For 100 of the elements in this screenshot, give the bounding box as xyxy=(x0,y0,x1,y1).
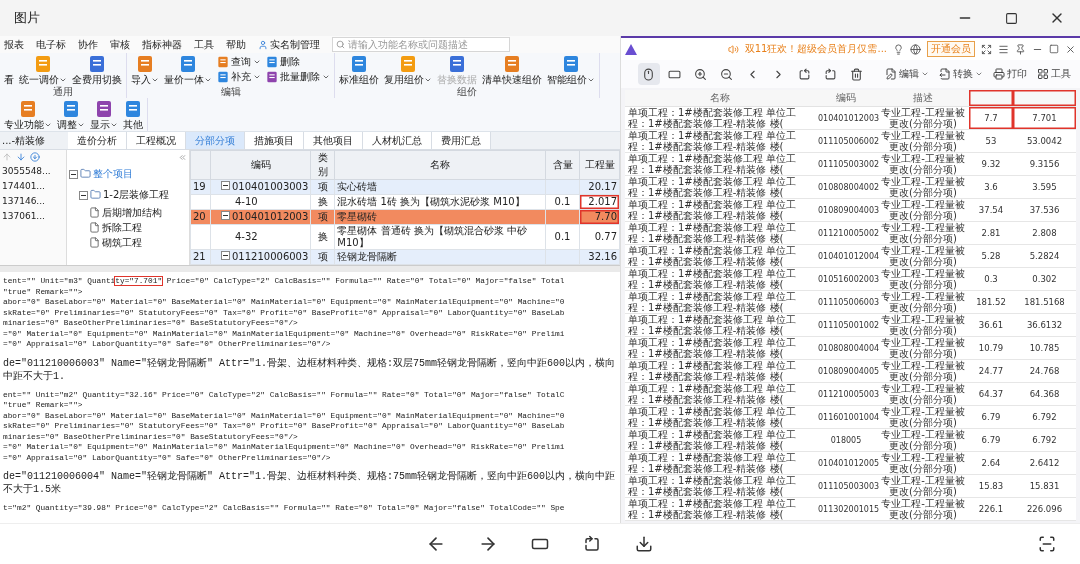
ribbon-button[interactable]: 复用组价 xyxy=(384,55,432,86)
folder-icon xyxy=(80,168,91,179)
tab[interactable]: 其他项目 xyxy=(304,132,363,149)
table-cell: 轻钢龙骨隔断 xyxy=(334,249,546,265)
ribbon-button[interactable]: 补充 xyxy=(217,71,261,83)
table-cell: 2.017 xyxy=(579,194,620,210)
menu-item[interactable]: 审核 xyxy=(110,37,130,52)
window-title: 图片 xyxy=(13,9,41,27)
toolbar-button[interactable]: 编辑 xyxy=(882,67,932,81)
tree-item[interactable]: 拆除工程 xyxy=(102,221,142,234)
table-cell: 2.81 xyxy=(969,221,1013,245)
menu-item[interactable]: 工具 xyxy=(194,37,214,52)
tree-item[interactable]: 砌筑工程 xyxy=(102,236,142,249)
toolbar-button[interactable]: 转换 xyxy=(936,67,986,81)
table-cell: 010401012003 xyxy=(210,209,311,225)
table-cell: 实心砖墙 xyxy=(334,179,546,195)
document-icon xyxy=(217,56,229,68)
table-cell: 011210005003 xyxy=(815,382,877,406)
tab[interactable]: 人材机汇总 xyxy=(363,132,432,149)
document-icon xyxy=(95,100,113,118)
menu-item[interactable]: 指标神器 xyxy=(142,37,182,52)
column-header: 名称 xyxy=(334,150,546,180)
table-cell: 9.3156 xyxy=(1013,152,1076,176)
logo-icon xyxy=(625,43,637,55)
tab[interactable]: 工程概况 xyxy=(127,132,186,149)
column-header: 含量 xyxy=(545,150,580,180)
collapse-icon[interactable] xyxy=(79,191,88,200)
fullscreen-icon[interactable] xyxy=(981,43,992,55)
arrow-down-icon[interactable] xyxy=(16,152,26,162)
ribbon-button[interactable]: 显示 xyxy=(90,100,118,131)
table-cell: 6.79 xyxy=(969,428,1013,452)
table-cell: 53 xyxy=(969,129,1013,153)
collapse-icon[interactable] xyxy=(221,251,230,260)
menu-item[interactable]: 协作 xyxy=(78,37,98,52)
column-header: 编码 xyxy=(815,90,877,107)
collapse-icon[interactable] xyxy=(221,211,230,220)
ribbon-button[interactable]: 量价一体 xyxy=(164,55,212,86)
collapse-icon[interactable] xyxy=(221,181,230,190)
column-header: 名称 xyxy=(625,90,815,107)
table-cell: 010516002003 xyxy=(815,267,877,291)
ribbon-button[interactable]: 调整 xyxy=(57,100,85,131)
collapse-icon[interactable] xyxy=(69,170,78,179)
table-cell: 37.536 xyxy=(1013,198,1076,222)
table-cell: 单项工程：1#楼配套装修工程 单位工程：1#楼配套装修工程-精装修 楼( xyxy=(625,474,815,498)
table-cell: 专业工程-工程量被更改(分部分项) xyxy=(877,152,969,176)
document-icon xyxy=(266,56,278,68)
globe-icon[interactable] xyxy=(910,43,921,55)
ribbon-button[interactable]: 导入 xyxy=(131,55,159,86)
pin-icon[interactable] xyxy=(1015,43,1026,55)
tree-item[interactable]: 后期增加结构 xyxy=(102,206,162,219)
table-cell: 换 xyxy=(310,224,335,250)
tab[interactable]: 措施项目 xyxy=(245,132,304,149)
table-cell: 011105001002 xyxy=(815,313,877,337)
table-cell: 53.0042 xyxy=(1013,129,1076,153)
ribbon-button[interactable]: 专业功能 xyxy=(4,100,52,131)
table-cell: 单项工程：1#楼配套装修工程 单位工程：1#楼配套装修工程-精装修 楼( xyxy=(625,244,815,268)
table-cell: 单项工程：1#楼配套装修工程 单位工程：1#楼配套装修工程-精装修 楼( xyxy=(625,382,815,406)
ribbon-button[interactable]: 清单快速组价 xyxy=(482,55,542,86)
menu-item[interactable]: 报表 xyxy=(4,37,24,52)
tree-item[interactable]: 1-2层装修工程 xyxy=(103,188,170,201)
ribbon-button[interactable]: 标准组价 xyxy=(339,55,379,86)
group-label: 编辑 xyxy=(220,86,241,98)
table-cell: 单项工程：1#楼配套装修工程 单位工程：1#楼配套装修工程-精装修 楼( xyxy=(625,359,815,383)
toolbar-button[interactable]: 打印 xyxy=(990,67,1030,81)
table-cell: 9.32 xyxy=(969,152,1013,176)
group-label: 组价 xyxy=(457,86,477,98)
table-cell: 010401012004 xyxy=(815,244,877,268)
tree-item[interactable]: 整个项目 xyxy=(93,167,133,180)
toolbar-button[interactable]: 工具 xyxy=(1034,67,1074,81)
tab[interactable]: 分部分项 xyxy=(186,132,245,149)
menu-icon[interactable] xyxy=(998,43,1009,55)
folder-icon xyxy=(90,189,101,200)
close-icon[interactable] xyxy=(1065,43,1076,55)
table-cell: 3.6 xyxy=(969,175,1013,199)
table-cell: 011210005002 xyxy=(815,221,877,245)
table-cell: 项 xyxy=(310,249,335,265)
table-cell: 项 xyxy=(310,209,335,225)
ribbon-button[interactable]: 智能组价 xyxy=(547,55,595,86)
search-field[interactable]: 请输入功能名称或问题描述 xyxy=(332,37,510,52)
menu-item[interactable]: 帮助 xyxy=(226,37,246,52)
amount-text: 137061... xyxy=(2,210,46,222)
ribbon-button[interactable]: 删除 xyxy=(266,56,330,68)
mouse-icon[interactable] xyxy=(637,63,660,85)
lightbulb-icon[interactable] xyxy=(893,43,904,55)
table-cell: 单项工程：1#楼配套装修工程 单位工程：1#楼配套装修工程-精装修 楼( xyxy=(625,106,815,130)
ribbon-button[interactable]: 查询 xyxy=(217,56,261,68)
ribbon-button[interactable]: 全费用切换 xyxy=(72,55,122,86)
maximize-icon[interactable] xyxy=(1004,11,1018,25)
table-cell: 20.17 xyxy=(579,179,620,195)
ribbon-button[interactable]: 批量删除 xyxy=(266,71,330,83)
menu-item[interactable]: 电子标 xyxy=(36,37,66,52)
tab[interactable]: 造价分析 xyxy=(68,132,127,149)
ribbon-button[interactable]: 统一调价 xyxy=(19,55,67,86)
table-cell xyxy=(545,209,580,225)
table-cell: 64.368 xyxy=(1013,382,1076,406)
speaker-icon xyxy=(727,43,739,55)
ribbon-button[interactable]: 其他 xyxy=(123,100,143,131)
table-cell: 181.5168 xyxy=(1013,290,1076,314)
menu-item[interactable]: 实名制管理 xyxy=(258,37,320,52)
tab[interactable]: 费用汇总 xyxy=(432,132,491,149)
